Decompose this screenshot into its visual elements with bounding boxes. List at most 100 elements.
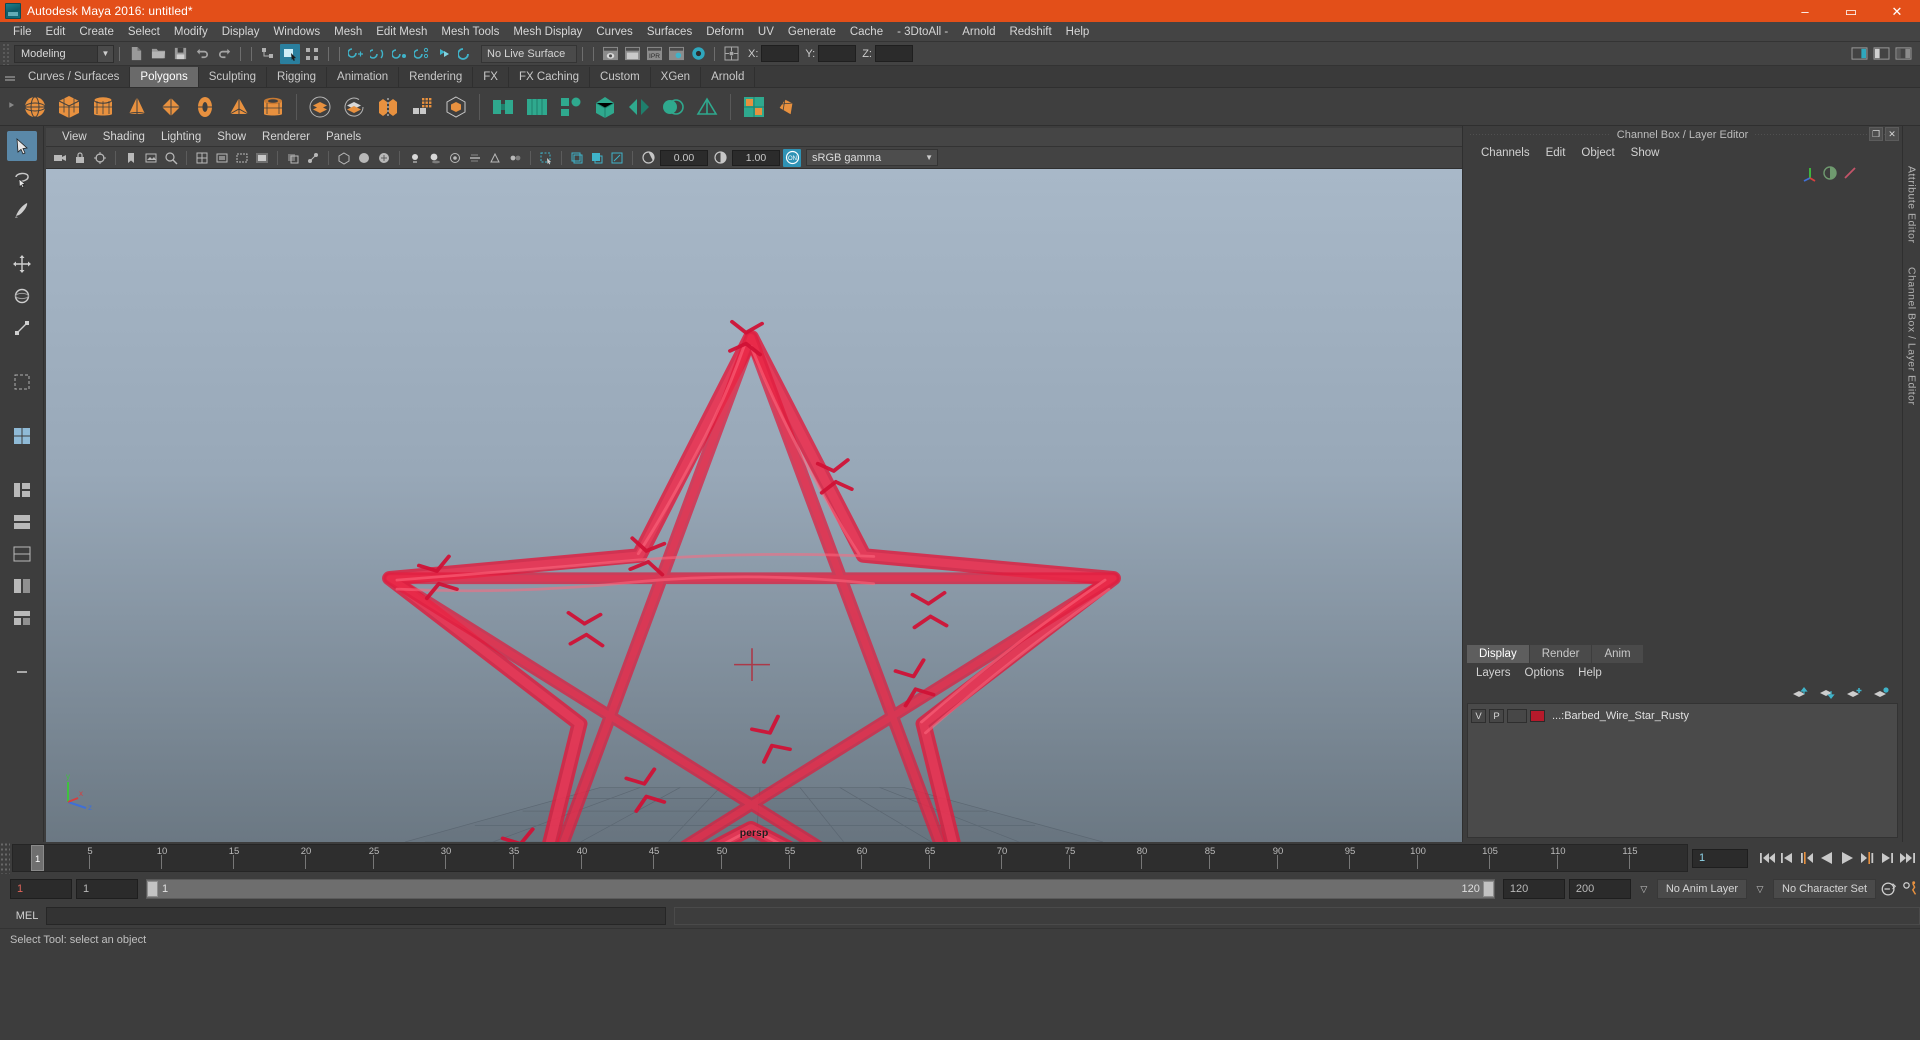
shelf-tab-animation[interactable]: Animation (327, 67, 400, 87)
viewport-layer-icon[interactable] (568, 149, 586, 167)
grid-toggle-icon[interactable] (193, 149, 211, 167)
poly-plane-icon[interactable] (155, 91, 187, 123)
snap-to-projected-center-icon[interactable] (412, 44, 432, 64)
open-scene-icon[interactable] (148, 44, 168, 64)
current-frame-field[interactable]: 1 (1692, 848, 1748, 868)
select-by-component-icon[interactable] (302, 44, 322, 64)
close-button[interactable]: ✕ (1874, 0, 1920, 22)
playback-end-time-field[interactable]: 120 (1502, 879, 1565, 899)
layer-menu-layers[interactable]: Layers (1469, 666, 1518, 680)
time-slider-grip[interactable] (0, 842, 10, 874)
poly-mirror-icon[interactable] (623, 91, 655, 123)
menu-set-selector[interactable]: Modeling (14, 44, 98, 63)
viewport-menu-panels[interactable]: Panels (318, 130, 369, 144)
gate-mask-icon[interactable] (253, 149, 271, 167)
step-back-frame-icon[interactable] (1798, 848, 1816, 868)
select-by-object-icon[interactable] (280, 43, 300, 64)
move-layer-up-icon[interactable] (1792, 686, 1809, 700)
redo-icon[interactable] (214, 44, 234, 64)
layer-menu-help[interactable]: Help (1571, 666, 1609, 680)
viewport-menu-shading[interactable]: Shading (95, 130, 153, 144)
vertical-tab-channel-box[interactable]: Channel Box / Layer Editor (1906, 267, 1918, 406)
menu-surfaces[interactable]: Surfaces (640, 24, 699, 40)
attribute-editor-icon[interactable] (1841, 164, 1859, 182)
play-forwards-icon[interactable] (1838, 848, 1856, 868)
four-view-layout[interactable] (7, 475, 37, 505)
screen-space-ao-icon[interactable] (446, 149, 464, 167)
viewport-menu-lighting[interactable]: Lighting (153, 130, 209, 144)
vertical-tab-attribute-editor[interactable]: Attribute Editor (1906, 166, 1918, 243)
go-to-start-icon[interactable] (1758, 848, 1776, 868)
xray-active-components-icon[interactable] (608, 149, 626, 167)
snap-to-curve-icon[interactable] (368, 44, 388, 64)
snap-to-view-plane-icon[interactable] (434, 44, 454, 64)
menu-mesh[interactable]: Mesh (327, 24, 369, 40)
poly-boolean-icon[interactable] (657, 91, 689, 123)
camera-attributes-icon[interactable] (91, 149, 109, 167)
layer-menu-options[interactable]: Options (1518, 666, 1572, 680)
menu-file[interactable]: File (6, 24, 39, 40)
menu-set-dropdown-icon[interactable]: ▼ (98, 44, 114, 63)
shelf-tab-fx[interactable]: FX (473, 67, 509, 87)
viewport-menu-renderer[interactable]: Renderer (254, 130, 318, 144)
multisample-icon[interactable] (486, 149, 504, 167)
command-input[interactable] (46, 907, 666, 925)
show-render-view-icon[interactable] (600, 44, 620, 64)
shelf-tab-curves-surfaces[interactable]: Curves / Surfaces (18, 67, 131, 87)
range-right-handle[interactable] (1482, 881, 1494, 897)
poly-append-icon[interactable] (521, 91, 553, 123)
menu-curves[interactable]: Curves (589, 24, 639, 40)
new-scene-icon[interactable] (126, 44, 146, 64)
coord-z-field[interactable] (874, 45, 913, 62)
menu-cache[interactable]: Cache (843, 24, 890, 40)
two-d-pan-zoom-icon[interactable] (162, 149, 180, 167)
use-all-lights-icon[interactable] (406, 149, 424, 167)
move-tool[interactable] (7, 249, 37, 279)
menu-modify[interactable]: Modify (167, 24, 215, 40)
poly-sphere-icon[interactable] (19, 91, 51, 123)
channel-menu-edit[interactable]: Edit (1538, 146, 1574, 160)
motion-blur-icon[interactable] (466, 149, 484, 167)
step-back-keyframe-icon[interactable] (1778, 848, 1796, 868)
input-output-connections-icon[interactable] (721, 44, 741, 64)
poly-multi-cut-icon[interactable] (406, 91, 438, 123)
poly-extrude-icon[interactable] (372, 91, 404, 123)
range-slider[interactable]: 1 120 (146, 879, 1495, 899)
shadows-icon[interactable] (426, 149, 444, 167)
save-scene-icon[interactable] (170, 44, 190, 64)
poly-cube-icon[interactable] (53, 91, 85, 123)
layer-row[interactable]: V P ...:Barbed_Wire_Star_Rusty (1471, 708, 1894, 724)
move-layer-down-icon[interactable] (1819, 687, 1836, 700)
viewport-menu-view[interactable]: View (54, 130, 95, 144)
time-slider[interactable]: 1 5 10 15 20 25 30 35 40 45 50 55 60 65 … (12, 844, 1688, 872)
exposure-field[interactable]: 0.00 (660, 149, 708, 166)
shelf-tab-rendering[interactable]: Rendering (399, 67, 474, 87)
status-line-grip[interactable] (2, 42, 10, 65)
render-settings-icon[interactable] (666, 44, 686, 64)
gamma-field[interactable]: 1.00 (732, 149, 780, 166)
shelf-grip-icon[interactable] (2, 67, 18, 87)
step-forward-frame-icon[interactable] (1858, 848, 1876, 868)
shelf-options-icon[interactable]: ⯈ (4, 90, 18, 124)
poly-separate-icon[interactable] (338, 91, 370, 123)
wireframe-icon[interactable] (335, 149, 353, 167)
layer-list[interactable]: V P ...:Barbed_Wire_Star_Rusty (1467, 703, 1898, 838)
persp-uv-editor-layout[interactable] (7, 603, 37, 633)
xray-joints-icon[interactable] (304, 149, 322, 167)
last-tool-used[interactable] (7, 367, 37, 397)
layer-visibility-toggle[interactable]: V (1471, 709, 1486, 723)
expand-layouts[interactable] (7, 657, 37, 687)
menu-mesh-tools[interactable]: Mesh Tools (434, 24, 506, 40)
select-tool[interactable] (6, 131, 37, 161)
menu-edit-mesh[interactable]: Edit Mesh (369, 24, 434, 40)
shelf-tab-xgen[interactable]: XGen (650, 67, 702, 87)
minimize-button[interactable]: – (1782, 0, 1828, 22)
menu-create[interactable]: Create (72, 24, 121, 40)
command-language-label[interactable]: MEL (10, 910, 44, 922)
persp-outliner-layout[interactable] (7, 507, 37, 537)
sidebar-channel-box-icon[interactable] (1893, 44, 1913, 64)
shelf-tab-rigging[interactable]: Rigging (267, 67, 328, 87)
shelf-tab-fx-caching[interactable]: FX Caching (508, 67, 591, 87)
menu-arnold[interactable]: Arnold (955, 24, 1002, 40)
go-to-end-icon[interactable] (1898, 848, 1916, 868)
